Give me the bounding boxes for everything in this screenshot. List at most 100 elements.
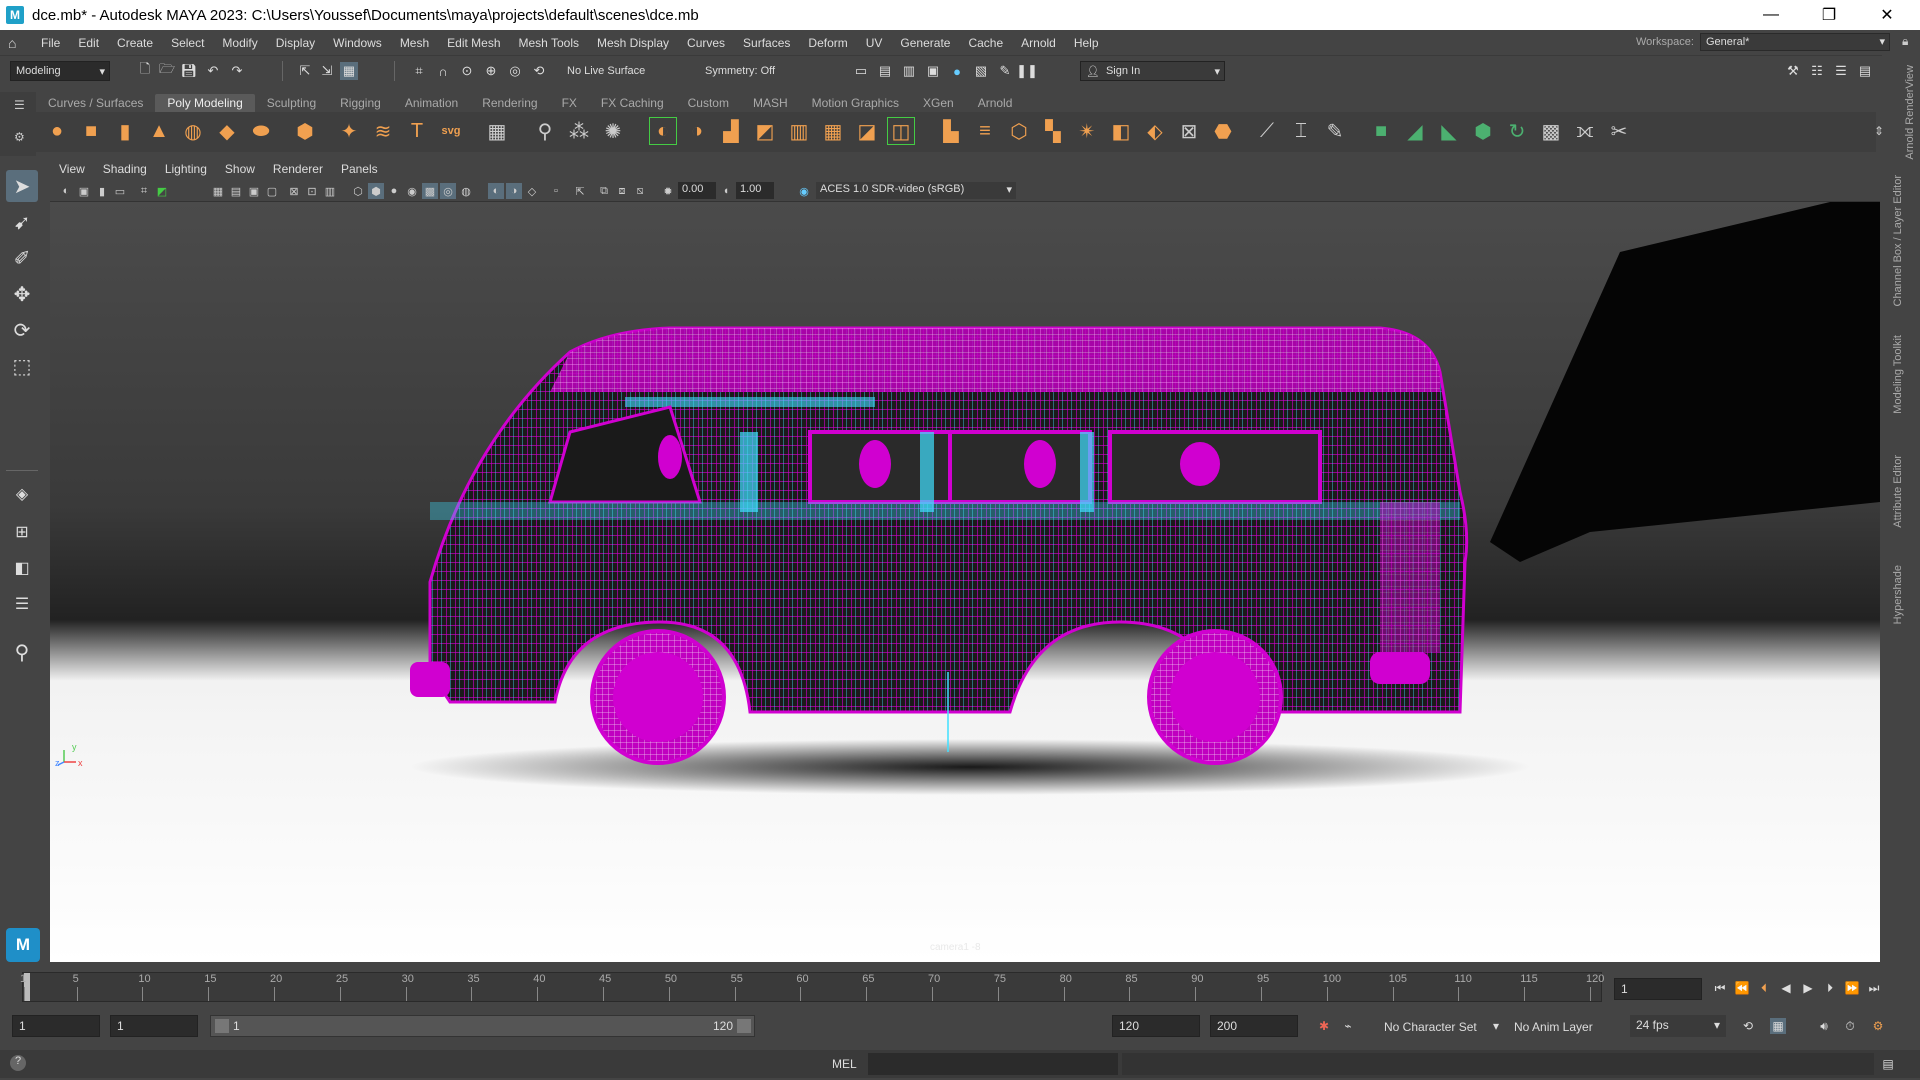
offset-edge-loop-icon[interactable]: ✎ (1322, 118, 1348, 144)
quadrangulate-icon[interactable]: ◫ (887, 117, 915, 145)
select-hierarchy-icon[interactable]: ⇱ (296, 62, 314, 80)
animation-start-field[interactable]: 1 (12, 1015, 100, 1037)
motion-blur-icon[interactable]: ◎ (440, 183, 456, 199)
boolean-icon[interactable]: ◩ (752, 118, 778, 144)
checker-icon[interactable]: ▩ (1538, 118, 1564, 144)
textured-icon[interactable]: ▢ (264, 183, 280, 199)
wedge-icon[interactable]: ✴ (1074, 118, 1100, 144)
toggle-tool-settings-icon[interactable]: ☰ (1832, 62, 1850, 80)
snap-view-plane-icon[interactable]: ◎ (506, 62, 524, 80)
combine-icon[interactable]: ◐ (649, 117, 677, 145)
step-forward-key-icon[interactable]: ⏩ (1844, 980, 1860, 996)
cylindrical-map-icon[interactable]: ◣ (1436, 118, 1462, 144)
playback-end-field[interactable]: 120 (1112, 1015, 1200, 1037)
step-back-key-icon[interactable]: ⏪ (1734, 980, 1750, 996)
menu-deform[interactable]: Deform (799, 36, 856, 50)
menu-mesh-display[interactable]: Mesh Display (588, 36, 678, 50)
menu-surfaces[interactable]: Surfaces (734, 36, 799, 50)
lasso-tool-icon[interactable]: ➹ (6, 206, 38, 238)
menu-uv[interactable]: UV (857, 36, 892, 50)
field-chart-icon[interactable]: ⇱ (572, 183, 588, 199)
persp-graph-layout-icon[interactable]: ◧ (6, 552, 38, 584)
sync-icon[interactable]: ⧅ (632, 183, 648, 199)
tab-xgen[interactable]: XGen (911, 94, 966, 112)
poly-torus-icon[interactable]: ◍ (180, 118, 206, 144)
rotate-tool-icon[interactable]: ⟳ (6, 314, 38, 346)
minimize-button[interactable]: — (1742, 0, 1800, 30)
open-scene-icon[interactable]: 🗁 (158, 61, 176, 80)
hypershade-icon[interactable]: ● (948, 62, 966, 80)
outliner-layout-icon[interactable]: ☰ (6, 588, 38, 620)
menu-curves[interactable]: Curves (678, 36, 734, 50)
scale-tool-icon[interactable]: ⬚ (6, 350, 38, 382)
tab-motion-graphics[interactable]: Motion Graphics (800, 94, 911, 112)
menu-create[interactable]: Create (108, 36, 162, 50)
new-scene-icon[interactable]: 🗋 (136, 61, 154, 80)
tab-hypershade[interactable]: Hypershade (1892, 565, 1904, 624)
menu-display[interactable]: Display (267, 36, 324, 50)
triangulate-icon[interactable]: ◪ (854, 118, 880, 144)
bevel-icon[interactable]: ⬡ (1006, 118, 1032, 144)
sign-in-dropdown[interactable]: 👤︎ Sign In ▾ (1080, 61, 1225, 81)
live-surface-field[interactable]: No Live Surface (562, 61, 672, 81)
undo-icon[interactable]: ↶ (204, 62, 222, 80)
shadows-icon[interactable]: ⊡ (304, 183, 320, 199)
screen-space-ao-icon[interactable]: ▩ (422, 183, 438, 199)
search-icon[interactable]: ⚲ (6, 636, 38, 668)
color-management-icon[interactable]: ◉ (796, 183, 812, 199)
tab-rigging[interactable]: Rigging (328, 94, 393, 112)
current-frame-field[interactable]: 1 (1614, 978, 1702, 1000)
resolution-gate-icon[interactable]: ⧉ (596, 183, 612, 199)
menu-set-dropdown[interactable]: Modeling ▾ (10, 61, 110, 81)
render-settings-icon[interactable]: ▣ (924, 62, 942, 80)
panel-menu-lighting[interactable]: Lighting (156, 162, 216, 180)
gamma-icon[interactable]: ◖ (718, 183, 734, 199)
mirror-icon[interactable]: ▥ (786, 118, 812, 144)
anim-layer-dropdown[interactable]: No Anim Layer (1514, 1020, 1593, 1034)
script-editor-icon[interactable]: ▤ (1880, 1056, 1896, 1072)
uv-editor-icon[interactable]: ■ (1368, 118, 1394, 144)
loop-icon[interactable]: ⟲ (1740, 1018, 1756, 1034)
smooth-shade-icon[interactable]: ▤ (228, 183, 244, 199)
tab-rendering[interactable]: Rendering (470, 94, 549, 112)
move-tool-icon[interactable]: ✥ (6, 278, 38, 310)
fps-dropdown[interactable]: 24 fps ▾ (1630, 1015, 1726, 1037)
film-gate-icon[interactable]: ◩ (154, 183, 170, 199)
xray-active-icon[interactable]: ◉ (404, 183, 420, 199)
symmetry-dropdown[interactable]: Symmetry: Off (700, 61, 800, 81)
safe-action-icon[interactable]: ◇ (524, 183, 540, 199)
play-backward-icon[interactable]: ◀ (1778, 980, 1794, 996)
animation-end-field[interactable]: 200 (1210, 1015, 1298, 1037)
append-polygon-icon[interactable]: ⬖ (1142, 118, 1168, 144)
render-view-icon[interactable]: ▭ (852, 62, 870, 80)
tab-curves-surfaces[interactable]: Curves / Surfaces (36, 94, 155, 112)
fill-hole-icon[interactable]: ⊠ (1176, 118, 1202, 144)
spherical-map-icon[interactable]: ⬢ (1470, 118, 1496, 144)
menu-generate[interactable]: Generate (891, 36, 959, 50)
poly-cube-icon[interactable]: ■ (78, 118, 104, 144)
tab-custom[interactable]: Custom (676, 94, 741, 112)
merge-icon[interactable]: ⬣ (1210, 118, 1236, 144)
workspace-dropdown[interactable]: General* ▾ (1700, 33, 1890, 51)
hud-icon[interactable]: ◑ (506, 183, 522, 199)
single-perspective-view-icon[interactable]: ◈ (6, 478, 38, 510)
home-icon[interactable]: ⌂ (8, 35, 22, 51)
smooth-mesh-icon[interactable]: ⚲ (532, 118, 558, 144)
tab-arnold[interactable]: Arnold (966, 94, 1025, 112)
platonic-solid-icon[interactable]: ⬢ (292, 118, 318, 144)
menu-edit[interactable]: Edit (69, 36, 108, 50)
insert-edge-loop-icon[interactable]: ⌶ (1288, 118, 1314, 144)
lock-icon[interactable]: 🔒︎ (1902, 34, 1908, 49)
render-frame-icon[interactable]: ▤ (876, 62, 894, 80)
tab-arnold-renderview[interactable]: Arnold RenderView (1904, 65, 1916, 160)
toggle-attribute-editor-icon[interactable]: ☷ (1808, 62, 1826, 80)
auto-key-icon[interactable]: ✱ (1316, 1018, 1332, 1034)
bookmark-icon[interactable]: ▮ (94, 183, 110, 199)
gate-mask-icon[interactable]: ▫ (548, 183, 564, 199)
command-language-label[interactable]: MEL (832, 1057, 857, 1071)
exposure-field[interactable]: 0.00 (678, 182, 716, 199)
sweep-mesh-icon[interactable]: ≋ (370, 118, 396, 144)
grid-toggle-icon[interactable]: ⌗ (136, 183, 152, 199)
tab-modeling-toolkit[interactable]: Modeling Toolkit (1892, 335, 1904, 414)
camera-attributes-icon[interactable]: ▣ (76, 183, 92, 199)
